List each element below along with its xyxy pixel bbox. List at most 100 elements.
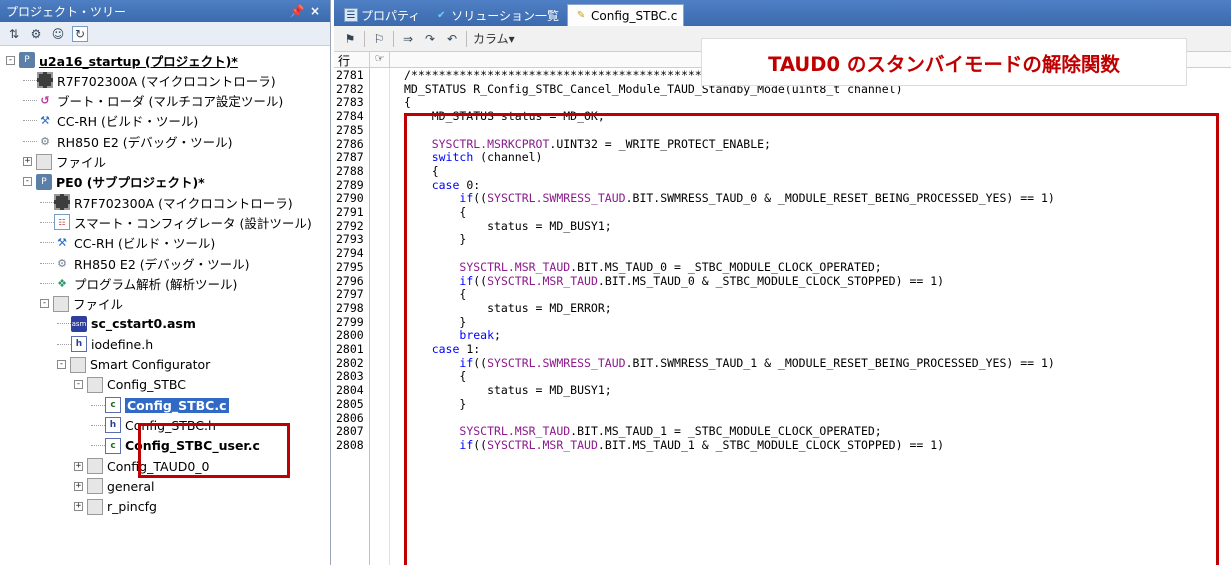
tree-item[interactable]: + r_pincfg [74, 497, 157, 517]
line-number: 2788 [336, 163, 364, 178]
tree-item-label: R7F702300A (マイクロコントローラ) [57, 73, 276, 89]
tree-item-label: PE0 (サブプロジェクト)* [56, 175, 205, 191]
tree-item[interactable]: R7F702300A (マイクロコントローラ) [23, 70, 276, 90]
collapse-icon[interactable]: - [6, 55, 15, 65]
tree-item[interactable]: ⚒ CC-RH (ビルド・ツール) [23, 111, 198, 131]
expand-icon[interactable]: + [74, 481, 83, 491]
tree-connector [40, 262, 54, 264]
c-file-icon: ✎ [576, 10, 586, 21]
collapse-icon[interactable]: - [23, 177, 32, 187]
redo-icon[interactable]: ↷ [422, 31, 438, 47]
tab-properties-label: プロパティ [361, 8, 421, 23]
tree-item[interactable]: c Config_STBC.c [91, 395, 229, 415]
line-number-gutter: 2781 2782 2783 2784 2785 2786 2787 2788 2789 2790… [334, 68, 370, 565]
subproject-icon: P [36, 173, 52, 190]
tree-item[interactable]: + ファイル [23, 152, 106, 172]
line-number: 2808 [336, 437, 364, 452]
jump-icon[interactable]: ⇒ [400, 31, 416, 47]
chip-icon [37, 72, 53, 89]
code-highlight-box [404, 113, 1219, 565]
tree-item-label: Config_STBC [107, 377, 187, 393]
bookmark-next-icon[interactable]: ⚐ [371, 31, 387, 47]
tree-item-label: CC-RH (ビルド・ツール) [57, 114, 199, 130]
tree-item-label: sc_cstart0.asm [91, 316, 196, 332]
tab-properties[interactable]: ☰ プロパティ [338, 4, 426, 26]
settings-icon[interactable]: ⚙ [28, 26, 44, 42]
line-number: 2782 [336, 81, 364, 96]
expand-icon[interactable]: + [74, 461, 83, 471]
line-number: 2806 [336, 410, 364, 425]
undo-icon[interactable]: ↶ [444, 31, 460, 47]
toolbar-separator [466, 30, 467, 47]
tree-item[interactable]: ↺ ブート・ローダ (マルチコア設定ツール) [23, 91, 283, 111]
tree-item[interactable]: - Pu2a16_startup (プロジェクト)* [6, 50, 238, 70]
tree-item[interactable]: h iodefine.h [57, 334, 153, 354]
line-number: 2790 [336, 191, 364, 206]
solution-icon: ✔ [437, 9, 446, 21]
tree-toolbar: ⇅ ⚙ ☺ ↻ [0, 22, 330, 46]
line-number: 2786 [336, 136, 364, 151]
line-number: 2799 [336, 314, 364, 329]
tree-item[interactable]: - ファイル [40, 294, 123, 314]
line-column-header: 行 [334, 52, 370, 68]
tree-connector [23, 120, 37, 122]
refresh-icon[interactable]: ↻ [72, 25, 88, 42]
tab-bar: ☰ プロパティ ✔ ソリューション一覧 ✎ Config_STBC.c [334, 0, 1231, 26]
expand-icon[interactable]: + [74, 502, 83, 512]
line-number: 2801 [336, 342, 364, 356]
tree-connector [40, 201, 54, 203]
collapse-icon[interactable]: - [40, 299, 49, 309]
line-number: 2791 [336, 205, 364, 219]
pin-icon[interactable]: 📌 [288, 4, 306, 18]
tree-item[interactable]: ☷ スマート・コンフィグレータ (設計ツール) [40, 212, 312, 232]
user-icon[interactable]: ☺ [50, 26, 66, 42]
tree-item[interactable]: ⚙ RH850 E2 (デバッグ・ツール) [23, 131, 233, 151]
tree-item-label: R7F702300A (マイクロコントローラ) [74, 195, 293, 211]
tree-item[interactable]: - Config_STBC [74, 375, 186, 395]
tab-solution-list-label: ソリューション一覧 [451, 8, 560, 23]
smart-configurator-icon: ☷ [54, 214, 70, 231]
close-panel-button[interactable]: × [306, 4, 324, 18]
tab-solution-list[interactable]: ✔ ソリューション一覧 [428, 4, 565, 26]
collapse-icon[interactable]: - [74, 380, 83, 390]
column-dropdown[interactable]: カラム▾ [473, 30, 515, 47]
tree-item-label: スマート・コンフィグレータ (設計ツール) [74, 215, 312, 231]
expand-icon[interactable]: + [23, 157, 32, 166]
tree-item[interactable]: asm sc_cstart0.asm [57, 314, 196, 334]
header-file-icon: h [105, 417, 121, 434]
tree-item-label: CC-RH (ビルド・ツール) [74, 236, 216, 252]
tree-item[interactable]: ❖ プログラム解析 (解析ツール) [40, 273, 237, 293]
tree-connector [23, 79, 37, 81]
line-number: 2807 [336, 424, 364, 439]
tree-item-label: Config_STBC.c [125, 397, 229, 413]
line-number: 2781 [336, 68, 364, 82]
tree-item[interactable]: R7F702300A (マイクロコントローラ) [40, 192, 293, 212]
tab-config-stbc-c-label: Config_STBC.c [591, 8, 678, 23]
tree-item-label: ブート・ローダ (マルチコア設定ツール) [57, 94, 284, 110]
line-number: 2785 [336, 122, 364, 137]
code-line: { [404, 95, 411, 110]
chip-icon [54, 194, 70, 211]
tree-item[interactable]: ⚒ CC-RH (ビルド・ツール) [40, 233, 215, 253]
tree-connector [91, 404, 105, 406]
sort-icon[interactable]: ⇅ [6, 26, 22, 42]
line-number: 2800 [336, 328, 364, 343]
tree-item-label: iodefine.h [91, 336, 154, 352]
tree-connector [57, 323, 71, 325]
tree-item[interactable]: + general [74, 476, 155, 496]
tree-item-label: ファイル [73, 297, 124, 313]
tree-titlebar: プロジェクト・ツリー 📌 × [0, 0, 330, 22]
tree-item-label: RH850 E2 (デバッグ・ツール) [57, 134, 233, 150]
collapse-icon[interactable]: - [57, 360, 66, 369]
tree-item[interactable]: - P PE0 (サブプロジェクト)* [23, 172, 205, 192]
tree-item[interactable]: - Smart Configurator [57, 355, 210, 375]
tab-config-stbc-c[interactable]: ✎ Config_STBC.c [567, 4, 685, 26]
line-number: 2798 [336, 300, 364, 315]
callout-label: TAUD0 のスタンバイモードの解除関数 [701, 38, 1187, 86]
c-file-icon: c [105, 437, 121, 454]
bookmark-icon[interactable]: ⚑ [342, 31, 358, 47]
toolbar-separator [393, 30, 394, 47]
tree-item[interactable]: ⚙ RH850 E2 (デバッグ・ツール) [40, 253, 250, 273]
folder-icon [87, 376, 103, 393]
folder-icon [87, 458, 103, 474]
